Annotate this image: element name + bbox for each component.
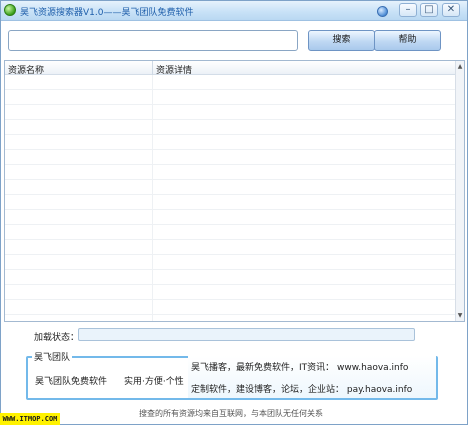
team-slogan-text: 实用·方便·个性 xyxy=(124,377,184,387)
site-watermark: WWW.ITMOP.COM xyxy=(0,413,60,425)
title-bar[interactable]: 昊飞资源搜索器V1.0——昊飞团队免费软件 – □ ✕ xyxy=(1,1,467,21)
search-button[interactable]: 搜索 xyxy=(308,30,375,51)
resource-list[interactable]: 资源名称 资源详情 ▲ ▼ xyxy=(4,60,465,322)
load-status-label: 加载状态： xyxy=(34,333,80,343)
window-title: 昊飞资源搜索器V1.0——昊飞团队免费软件 xyxy=(20,8,194,18)
list-header: 资源名称 资源详情 xyxy=(5,61,455,76)
load-progress-bar xyxy=(78,328,415,341)
column-divider[interactable] xyxy=(152,61,153,75)
app-logo-icon xyxy=(4,4,16,16)
team-group-legend: 昊飞团队 xyxy=(32,350,73,363)
ad-link-custom[interactable]: 定制软件，建设博客，论坛，企业站： pay.haova.info xyxy=(191,382,412,395)
app-window: 昊飞资源搜索器V1.0——昊飞团队免费软件 – □ ✕ 搜索 帮助 资源名称 资… xyxy=(0,0,468,425)
list-body[interactable] xyxy=(5,75,455,321)
minimize-icon[interactable]: – xyxy=(399,3,417,17)
scroll-down-icon[interactable]: ▼ xyxy=(456,311,464,320)
ad-link-blog[interactable]: 昊飞播客，最新免费软件，IT资讯： www.haova.info xyxy=(191,360,408,373)
close-icon[interactable]: ✕ xyxy=(442,3,460,17)
disclaimer-text: 搜查的所有资源均来自互联网，与本团队无任何关系 xyxy=(139,409,323,418)
search-input[interactable] xyxy=(8,30,298,51)
help-button[interactable]: 帮助 xyxy=(374,30,441,51)
scroll-up-icon[interactable]: ▲ xyxy=(456,62,464,71)
skin-icon[interactable] xyxy=(377,6,388,17)
vertical-scrollbar[interactable]: ▲ ▼ xyxy=(455,61,464,321)
team-name-text: 昊飞团队免费软件 xyxy=(35,377,108,387)
column-gridline xyxy=(152,75,153,321)
maximize-icon[interactable]: □ xyxy=(420,3,438,17)
